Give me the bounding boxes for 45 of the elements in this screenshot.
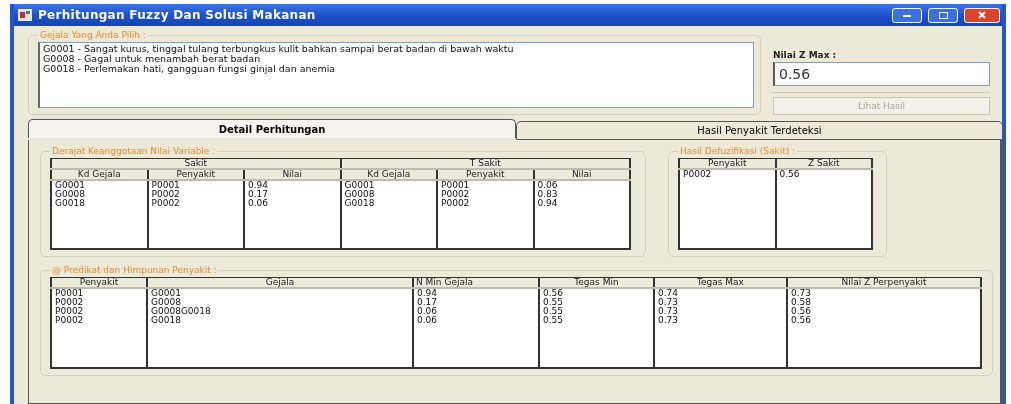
close-button[interactable] xyxy=(964,7,1000,23)
column-header[interactable]: Kd Gejala xyxy=(51,169,148,180)
column-header[interactable]: Penyakit xyxy=(679,158,776,169)
maximize-button[interactable] xyxy=(928,7,958,23)
window-title: Perhitungan Fuzzy Dan Solusi Makanan xyxy=(38,8,317,22)
close-icon xyxy=(978,11,986,19)
field-label: Nilai Z Max : xyxy=(773,50,837,60)
table-cell: 0.06 xyxy=(244,199,341,208)
table-cell: 0.06 xyxy=(413,316,539,325)
column-header[interactable]: Gejala xyxy=(147,277,413,288)
column-header[interactable]: Tegas Min xyxy=(539,277,654,288)
column-header[interactable]: Penyakit xyxy=(437,169,534,180)
table-cell: G0018 xyxy=(147,316,413,325)
minimize-icon xyxy=(903,13,911,17)
group-label: Hasil Defuzifikasi (Sakit) : xyxy=(679,146,797,156)
tab[interactable]: Hasil Penyakit Terdeteksi xyxy=(516,121,1003,140)
tab[interactable]: Detail Perhitungan xyxy=(28,119,516,138)
table-cell: 0.73 xyxy=(654,316,787,325)
symptom-list-field[interactable]: G0001 - Sangat kurus, tinggal tulang terbungkus kulit bahkan sampai berat badan di bawah waktu G0008 - Gagal untuk menambah berat badan G0018 - Perlemakan hati, gangguan fungsi ginjal dan anemia xyxy=(38,42,754,108)
column-group-header: Sakit xyxy=(51,158,341,169)
group-label: @ Predikat dan Himpunan Penyakit : xyxy=(51,265,218,275)
column-header[interactable]: Z Sakit xyxy=(775,158,872,169)
app-icon xyxy=(18,9,32,21)
table-cell: 0.58 xyxy=(787,298,981,307)
minimize-button[interactable] xyxy=(892,7,922,23)
table-cell: 0.73 xyxy=(654,307,787,316)
table-cell: 0.56 xyxy=(787,316,981,325)
maximize-icon xyxy=(938,11,948,19)
column-group-header: T Sakit xyxy=(340,158,630,169)
table-cell: 0.06 xyxy=(413,307,539,316)
table-cell: 0.17 xyxy=(413,298,539,307)
column-header[interactable]: Tegas Max xyxy=(654,277,787,288)
table-cell: 0.17 xyxy=(244,190,341,199)
column-header[interactable]: Nilai xyxy=(244,169,341,180)
table-cell: 0.55 xyxy=(539,298,654,307)
table-cell: 0.56 xyxy=(787,307,981,316)
column-header[interactable]: Nilai xyxy=(533,169,630,180)
group-label: Gejala Yang Anda Pilih : xyxy=(39,30,147,40)
table-cell: 0.55 xyxy=(539,307,654,316)
table-cell: 0.73 xyxy=(654,298,787,307)
table-cell: 0.55 xyxy=(539,316,654,325)
group-label: Derajat Keanggotaan Nilai Variable : xyxy=(51,146,217,156)
z-max-field[interactable]: 0.56 xyxy=(773,62,990,86)
table-cell: G0008 xyxy=(147,298,413,307)
column-header[interactable]: Nilai Z Perpenyakit xyxy=(787,277,981,288)
